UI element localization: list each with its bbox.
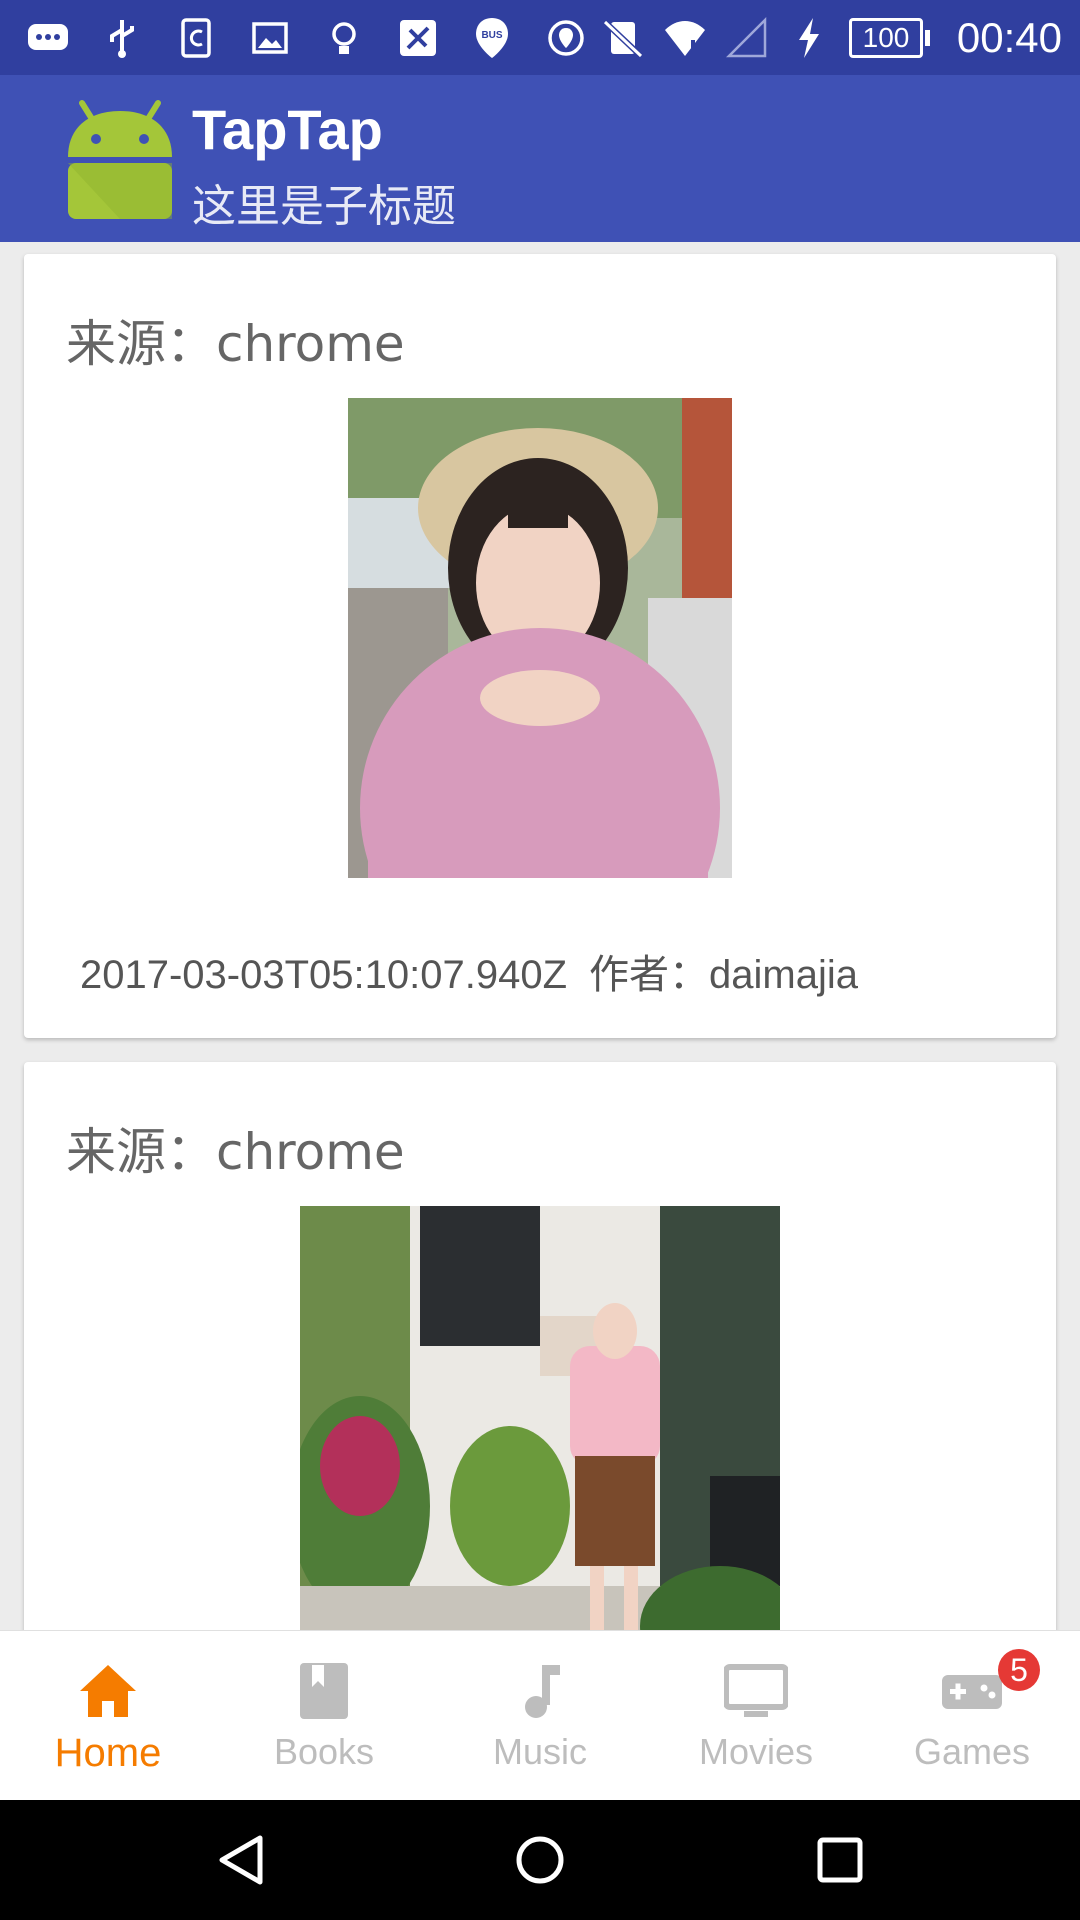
card-photo[interactable] [300, 1206, 780, 1630]
battery-tip [925, 30, 930, 46]
home-circle-icon[interactable] [510, 1830, 570, 1890]
status-time: 00:40 [956, 14, 1062, 61]
nav-item-music[interactable]: Music [432, 1631, 648, 1800]
svg-text:BUS: BUS [481, 30, 502, 41]
feed-list[interactable]: 来源：chrome 2017-03-03T05:10:07.940Z 作者：dai… [0, 242, 1080, 1630]
charging-icon [787, 16, 831, 60]
battery-level: 100 [849, 18, 923, 58]
nav-label: Home [54, 1731, 162, 1775]
card-meta: 2017-03-03T05:10:07.940Z 作者：daimajia [80, 942, 858, 1000]
music-note-icon [508, 1659, 572, 1723]
app-bar: TapTap 这里是子标题 [0, 75, 1080, 242]
notification-icons: BUS [26, 12, 588, 64]
app-title: TapTap [192, 98, 383, 161]
card-photo[interactable] [348, 398, 732, 878]
recents-icon[interactable] [810, 1830, 870, 1890]
gamepad-icon [940, 1659, 1004, 1723]
location-shield-icon [544, 16, 588, 60]
tv-icon [723, 1659, 789, 1723]
status-bar: BUS 100 00:40 [0, 0, 1080, 75]
app-subtitle: 这里是子标题 [192, 181, 456, 232]
wifi-icon [663, 16, 707, 60]
card-author: 作者：daimajia [589, 953, 858, 997]
chat-icon [26, 16, 70, 60]
no-notification-icon [601, 16, 645, 60]
clipboard-icon [174, 16, 218, 60]
feed-card[interactable]: 来源：chrome 2017-03-03T05:10:07.940Z 作者：dai… [24, 254, 1056, 1038]
bottom-navigation: Home Books Music Movies Games 5 [0, 1630, 1080, 1800]
image-icon [248, 16, 292, 60]
nav-item-games[interactable]: Games 5 [864, 1631, 1080, 1800]
signal-icon [725, 16, 769, 60]
back-icon[interactable] [210, 1830, 270, 1890]
android-logo-icon [60, 97, 180, 221]
nav-label: Music [492, 1731, 587, 1772]
card-source: 来源：chrome [66, 1123, 405, 1181]
book-icon [292, 1659, 356, 1723]
card-timestamp: 2017-03-03T05:10:07.940Z [80, 953, 568, 997]
home-icon [76, 1659, 140, 1723]
bus-icon: BUS [470, 16, 514, 60]
nav-item-home[interactable]: Home [0, 1631, 216, 1800]
system-navigation-bar [0, 1800, 1080, 1920]
nav-label: Books [273, 1731, 375, 1772]
card-source: 来源：chrome [66, 315, 405, 373]
nav-label: Movies [698, 1731, 814, 1772]
nav-item-books[interactable]: Books [216, 1631, 432, 1800]
system-icons: 100 [601, 12, 930, 64]
games-badge: 5 [998, 1649, 1040, 1691]
app-icon [396, 16, 440, 60]
nav-label: Games [913, 1731, 1031, 1772]
nav-item-movies[interactable]: Movies [648, 1631, 864, 1800]
battery-indicator: 100 [849, 18, 930, 58]
bulb-icon [322, 16, 366, 60]
usb-icon [100, 16, 144, 60]
feed-card[interactable]: 来源：chrome [24, 1062, 1056, 1630]
